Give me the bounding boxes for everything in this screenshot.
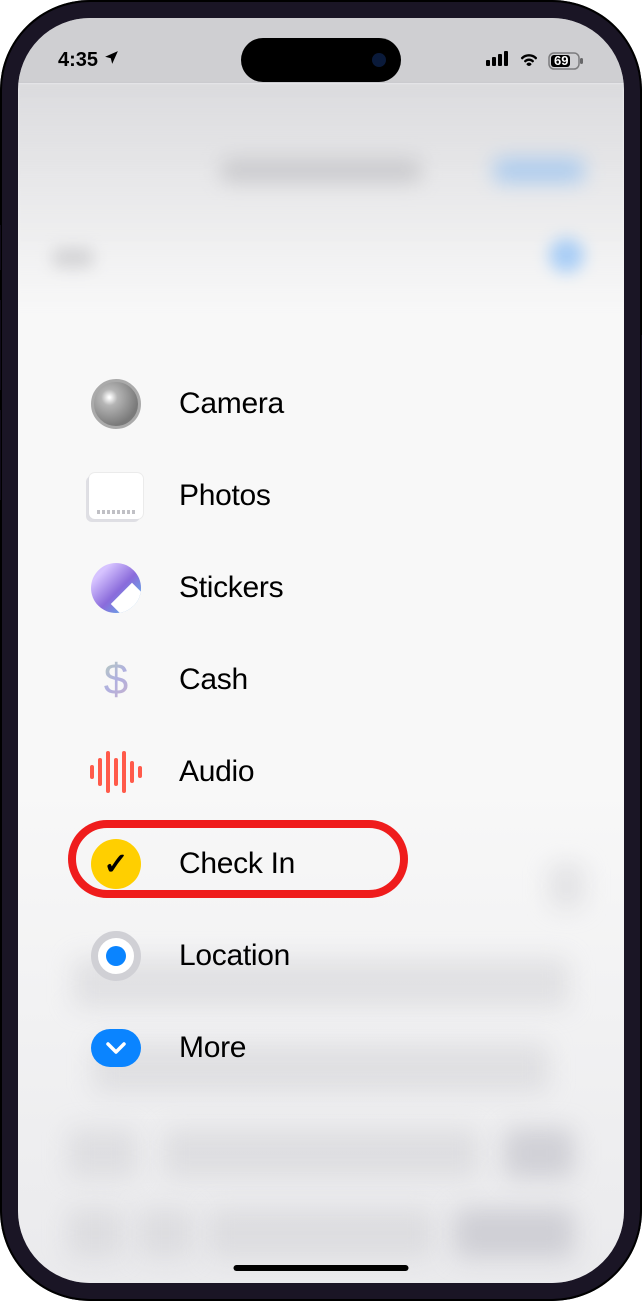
menu-label: Audio	[179, 755, 254, 789]
dynamic-island	[241, 38, 401, 82]
menu-item-camera[interactable]: Camera	[78, 358, 564, 450]
stickers-icon	[88, 560, 144, 616]
cellular-icon	[486, 50, 510, 71]
screen: 4:35 69	[18, 18, 624, 1283]
menu-label: Cash	[179, 663, 248, 697]
menu-label: Stickers	[179, 571, 283, 605]
menu-label: Camera	[179, 387, 284, 421]
blurred-header	[18, 83, 624, 313]
location-icon	[88, 928, 144, 984]
battery-pct: 69	[554, 53, 568, 68]
status-time: 4:35	[58, 49, 98, 72]
iphone-frame: 4:35 69	[0, 0, 642, 1301]
camera-icon	[88, 376, 144, 432]
home-indicator[interactable]	[234, 1265, 409, 1271]
menu-label: Check In	[179, 847, 295, 881]
location-arrow-icon	[103, 49, 120, 72]
battery-icon: 69	[548, 52, 584, 70]
menu-item-location[interactable]: Location	[78, 910, 564, 1002]
photos-icon	[88, 468, 144, 524]
menu-item-stickers[interactable]: Stickers	[78, 542, 564, 634]
menu-label: Photos	[179, 479, 271, 513]
audio-waveform-icon	[88, 744, 144, 800]
menu-item-checkin[interactable]: ✓ Check In	[78, 818, 564, 910]
menu-label: More	[179, 1031, 246, 1065]
cash-icon: $	[88, 652, 144, 708]
more-chevron-icon	[88, 1020, 144, 1076]
menu-label: Location	[179, 939, 290, 973]
menu-item-audio[interactable]: Audio	[78, 726, 564, 818]
menu-item-more[interactable]: More	[78, 1002, 564, 1094]
apps-menu: Camera Photos Stickers $ Cash	[18, 358, 624, 1094]
wifi-icon	[518, 50, 540, 71]
menu-item-photos[interactable]: Photos	[78, 450, 564, 542]
menu-item-cash[interactable]: $ Cash	[78, 634, 564, 726]
checkin-icon: ✓	[88, 836, 144, 892]
